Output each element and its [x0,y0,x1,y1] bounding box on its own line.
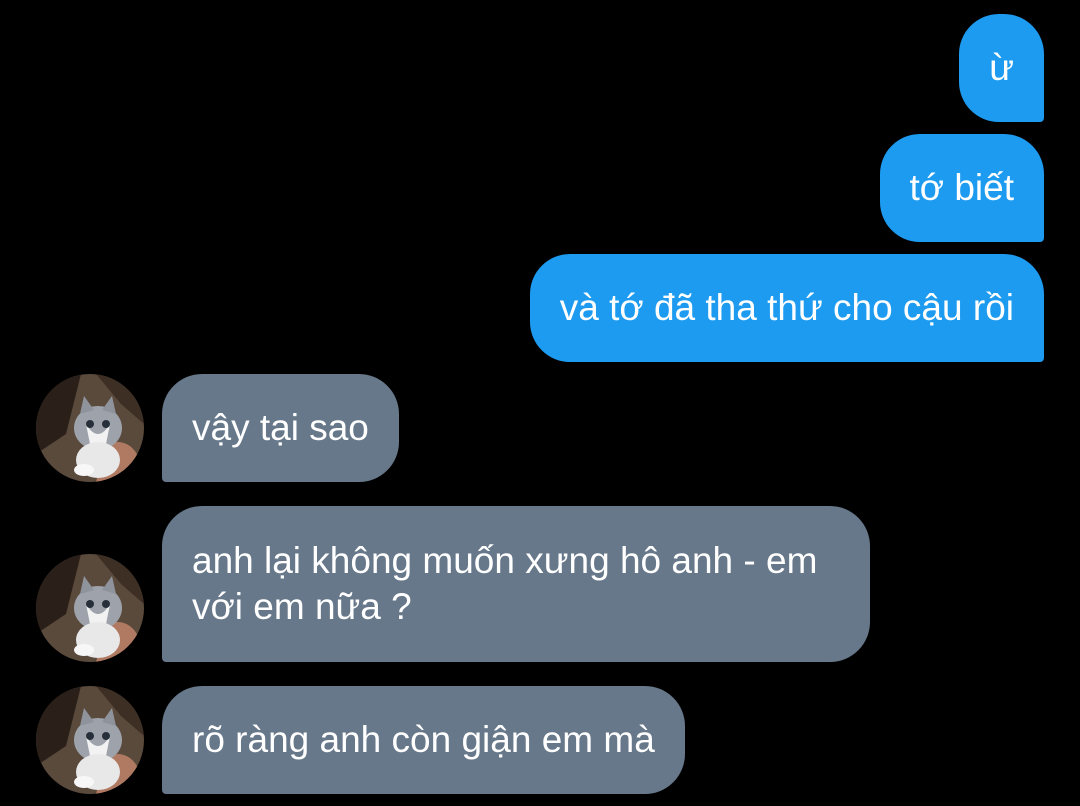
message-text: rõ ràng anh còn giận em mà [192,719,655,760]
message-text: tớ biết [909,167,1014,208]
cat-avatar-icon [36,374,144,482]
sent-message-bubble[interactable]: ừ [959,14,1044,122]
message-text: vậy tại sao [192,407,369,448]
message-text: anh lại không muốn xưng hô anh - em với … [192,540,818,627]
contact-avatar[interactable] [36,374,144,482]
sent-message-bubble[interactable]: tớ biết [879,134,1044,242]
sent-message-bubble[interactable]: và tớ đã tha thứ cho cậu rồi [529,254,1044,362]
received-message-bubble[interactable]: anh lại không muốn xưng hô anh - em với … [162,506,870,662]
message-text: và tớ đã tha thứ cho cậu rồi [559,287,1014,328]
contact-avatar[interactable] [36,554,144,662]
received-message-bubble[interactable]: rõ ràng anh còn giận em mà [162,686,685,794]
received-message-bubble[interactable]: vậy tại sao [162,374,399,482]
message-text: ừ [989,47,1014,88]
cat-avatar-icon [36,554,144,662]
cat-avatar-icon [36,686,144,794]
contact-avatar[interactable] [36,686,144,794]
